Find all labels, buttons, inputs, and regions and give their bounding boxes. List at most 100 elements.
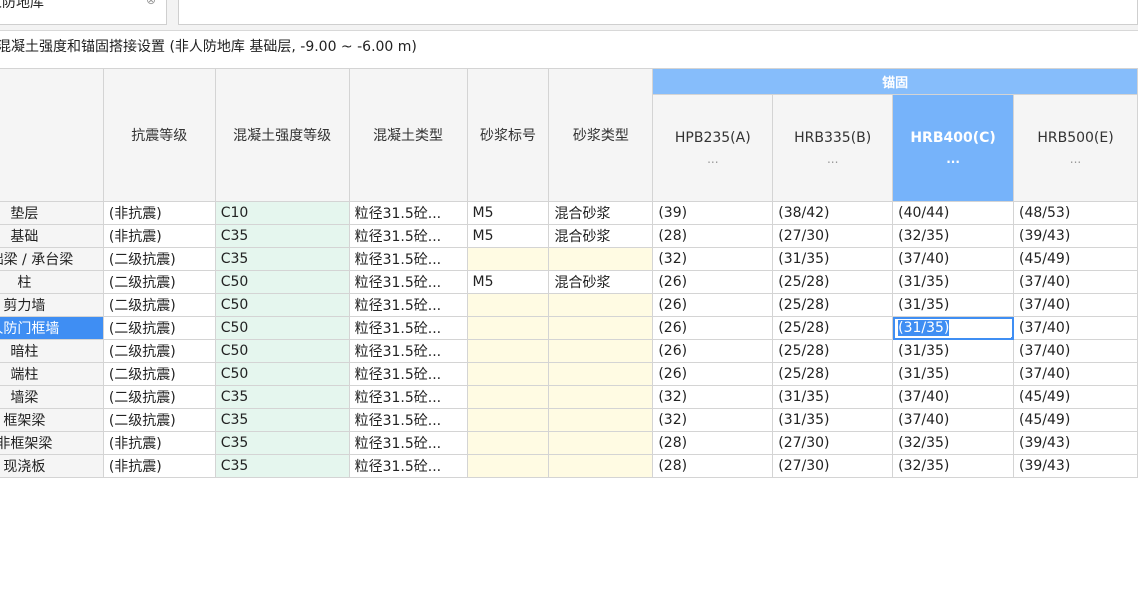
row-header[interactable]: 暗柱 bbox=[0, 339, 104, 363]
clear-icon[interactable]: ⊗ bbox=[146, 0, 158, 6]
row-header[interactable]: 现浇板 bbox=[0, 454, 104, 478]
cell-grade[interactable]: C50 bbox=[214, 270, 350, 294]
cell-mtype[interactable] bbox=[548, 454, 654, 478]
ellipsis-button[interactable]: ... bbox=[658, 152, 767, 166]
steel-grade-header[interactable]: HRB335(B)... bbox=[772, 94, 894, 202]
cell-b[interactable]: (25/28) bbox=[772, 316, 894, 340]
cell-mortar[interactable] bbox=[466, 293, 550, 317]
cell-a[interactable]: (28) bbox=[652, 224, 774, 248]
cell-b[interactable]: (27/30) bbox=[772, 224, 894, 248]
cell-mtype[interactable] bbox=[548, 408, 654, 432]
cell-a[interactable]: (26) bbox=[652, 362, 774, 386]
cell-mtype[interactable] bbox=[548, 431, 654, 455]
cell-seismic[interactable]: (非抗震) bbox=[102, 454, 216, 478]
cell-grade[interactable]: C35 bbox=[214, 408, 350, 432]
cell-e[interactable]: (37/40) bbox=[1013, 293, 1138, 317]
cell-c[interactable]: (31/35) bbox=[892, 293, 1015, 317]
cell-a[interactable]: (28) bbox=[652, 431, 774, 455]
cell-e[interactable]: (37/40) bbox=[1013, 316, 1138, 340]
row-header[interactable]: 柱 bbox=[0, 270, 104, 294]
cell-mtype[interactable] bbox=[548, 362, 654, 386]
cell-b[interactable]: (31/35) bbox=[772, 385, 894, 409]
ellipsis-button[interactable]: ... bbox=[898, 152, 1008, 166]
cell-ctype[interactable]: 粒径31.5砼... bbox=[348, 431, 468, 455]
row-header[interactable]: 垫层 bbox=[0, 201, 104, 225]
cell-ctype[interactable]: 粒径31.5砼... bbox=[348, 385, 468, 409]
cell-b[interactable]: (25/28) bbox=[772, 270, 894, 294]
cell-ctype[interactable]: 粒径31.5砼... bbox=[348, 408, 468, 432]
cell-mtype[interactable] bbox=[548, 385, 654, 409]
cell-mtype[interactable]: 混合砂浆 bbox=[548, 270, 654, 294]
cell-c[interactable]: (31/35) bbox=[892, 270, 1015, 294]
cell-mortar[interactable]: M5 bbox=[466, 201, 550, 225]
cell-a[interactable]: (26) bbox=[652, 316, 774, 340]
right-field[interactable] bbox=[178, 0, 1138, 25]
ellipsis-button[interactable]: ... bbox=[778, 152, 887, 166]
cell-mtype[interactable] bbox=[548, 247, 654, 271]
cell-mortar[interactable] bbox=[466, 385, 550, 409]
cell-ctype[interactable]: 粒径31.5砼... bbox=[348, 201, 468, 225]
cell-mtype[interactable] bbox=[548, 293, 654, 317]
cell-seismic[interactable]: (二级抗震) bbox=[102, 408, 216, 432]
cell-ctype[interactable]: 粒径31.5砼... bbox=[348, 454, 468, 478]
cell-a[interactable]: (26) bbox=[652, 270, 774, 294]
cell-c[interactable]: (40/44) bbox=[892, 201, 1015, 225]
cell-seismic[interactable]: (非抗震) bbox=[102, 224, 216, 248]
cell-grade[interactable]: C35 bbox=[214, 224, 350, 248]
cell-b[interactable]: (25/28) bbox=[772, 339, 894, 363]
cell-c[interactable]: (32/35) bbox=[892, 454, 1015, 478]
cell-a[interactable]: (28) bbox=[652, 454, 774, 478]
cell-ctype[interactable]: 粒径31.5砼... bbox=[348, 270, 468, 294]
cell-mortar[interactable]: M5 bbox=[466, 224, 550, 248]
row-header[interactable]: 人防门框墙 bbox=[0, 316, 104, 340]
row-header[interactable]: 剪力墙 bbox=[0, 293, 104, 317]
cell-mortar[interactable] bbox=[466, 431, 550, 455]
cell-seismic[interactable]: (二级抗震) bbox=[102, 247, 216, 271]
ellipsis-button[interactable]: ... bbox=[1019, 152, 1132, 166]
cell-mtype[interactable] bbox=[548, 316, 654, 340]
column-header[interactable]: 混凝土类型 bbox=[348, 68, 468, 202]
cell-mortar[interactable] bbox=[466, 362, 550, 386]
cell-c[interactable]: (31/35) bbox=[892, 316, 1015, 340]
cell-a[interactable]: (32) bbox=[652, 408, 774, 432]
cell-seismic[interactable]: (二级抗震) bbox=[102, 339, 216, 363]
cell-b[interactable]: (25/28) bbox=[772, 362, 894, 386]
cell-ctype[interactable]: 粒径31.5砼... bbox=[348, 339, 468, 363]
cell-grade[interactable]: C35 bbox=[214, 431, 350, 455]
cell-grade[interactable]: C50 bbox=[214, 339, 350, 363]
cell-a[interactable]: (39) bbox=[652, 201, 774, 225]
steel-grade-header[interactable]: HPB235(A)... bbox=[652, 94, 774, 202]
cell-c[interactable]: (37/40) bbox=[892, 408, 1015, 432]
cell-b[interactable]: (25/28) bbox=[772, 293, 894, 317]
cell-mortar[interactable] bbox=[466, 316, 550, 340]
column-header[interactable]: 混凝土强度等级 bbox=[214, 68, 350, 202]
row-header[interactable]: 基础梁 / 承台梁 bbox=[0, 247, 104, 271]
cell-c[interactable]: (37/40) bbox=[892, 385, 1015, 409]
row-header[interactable]: 框架梁 bbox=[0, 408, 104, 432]
cell-mortar[interactable] bbox=[466, 247, 550, 271]
cell-c[interactable]: (32/35) bbox=[892, 431, 1015, 455]
cell-e[interactable]: (37/40) bbox=[1013, 339, 1138, 363]
cell-seismic[interactable]: (二级抗震) bbox=[102, 316, 216, 340]
cell-c[interactable]: (37/40) bbox=[892, 247, 1015, 271]
cell-e[interactable]: (39/43) bbox=[1013, 224, 1138, 248]
cell-c[interactable]: (31/35) bbox=[892, 339, 1015, 363]
cell-seismic[interactable]: (二级抗震) bbox=[102, 385, 216, 409]
row-header[interactable]: 端柱 bbox=[0, 362, 104, 386]
cell-a[interactable]: (32) bbox=[652, 385, 774, 409]
cell-mortar[interactable] bbox=[466, 339, 550, 363]
cell-grade[interactable]: C35 bbox=[214, 454, 350, 478]
cell-e[interactable]: (39/43) bbox=[1013, 454, 1138, 478]
cell-mortar[interactable] bbox=[466, 454, 550, 478]
cell-b[interactable]: (27/30) bbox=[772, 431, 894, 455]
cell-b[interactable]: (31/35) bbox=[772, 408, 894, 432]
cell-ctype[interactable]: 粒径31.5砼... bbox=[348, 247, 468, 271]
cell-c[interactable]: (31/35) bbox=[892, 362, 1015, 386]
cell-grade[interactable]: C35 bbox=[214, 385, 350, 409]
column-header[interactable]: 砂浆类型 bbox=[548, 68, 654, 202]
fill-handle[interactable] bbox=[1011, 337, 1013, 339]
cell-a[interactable]: (26) bbox=[652, 339, 774, 363]
cell-c[interactable]: (32/35) bbox=[892, 224, 1015, 248]
cell-seismic[interactable]: (二级抗震) bbox=[102, 270, 216, 294]
cell-b[interactable]: (27/30) bbox=[772, 454, 894, 478]
